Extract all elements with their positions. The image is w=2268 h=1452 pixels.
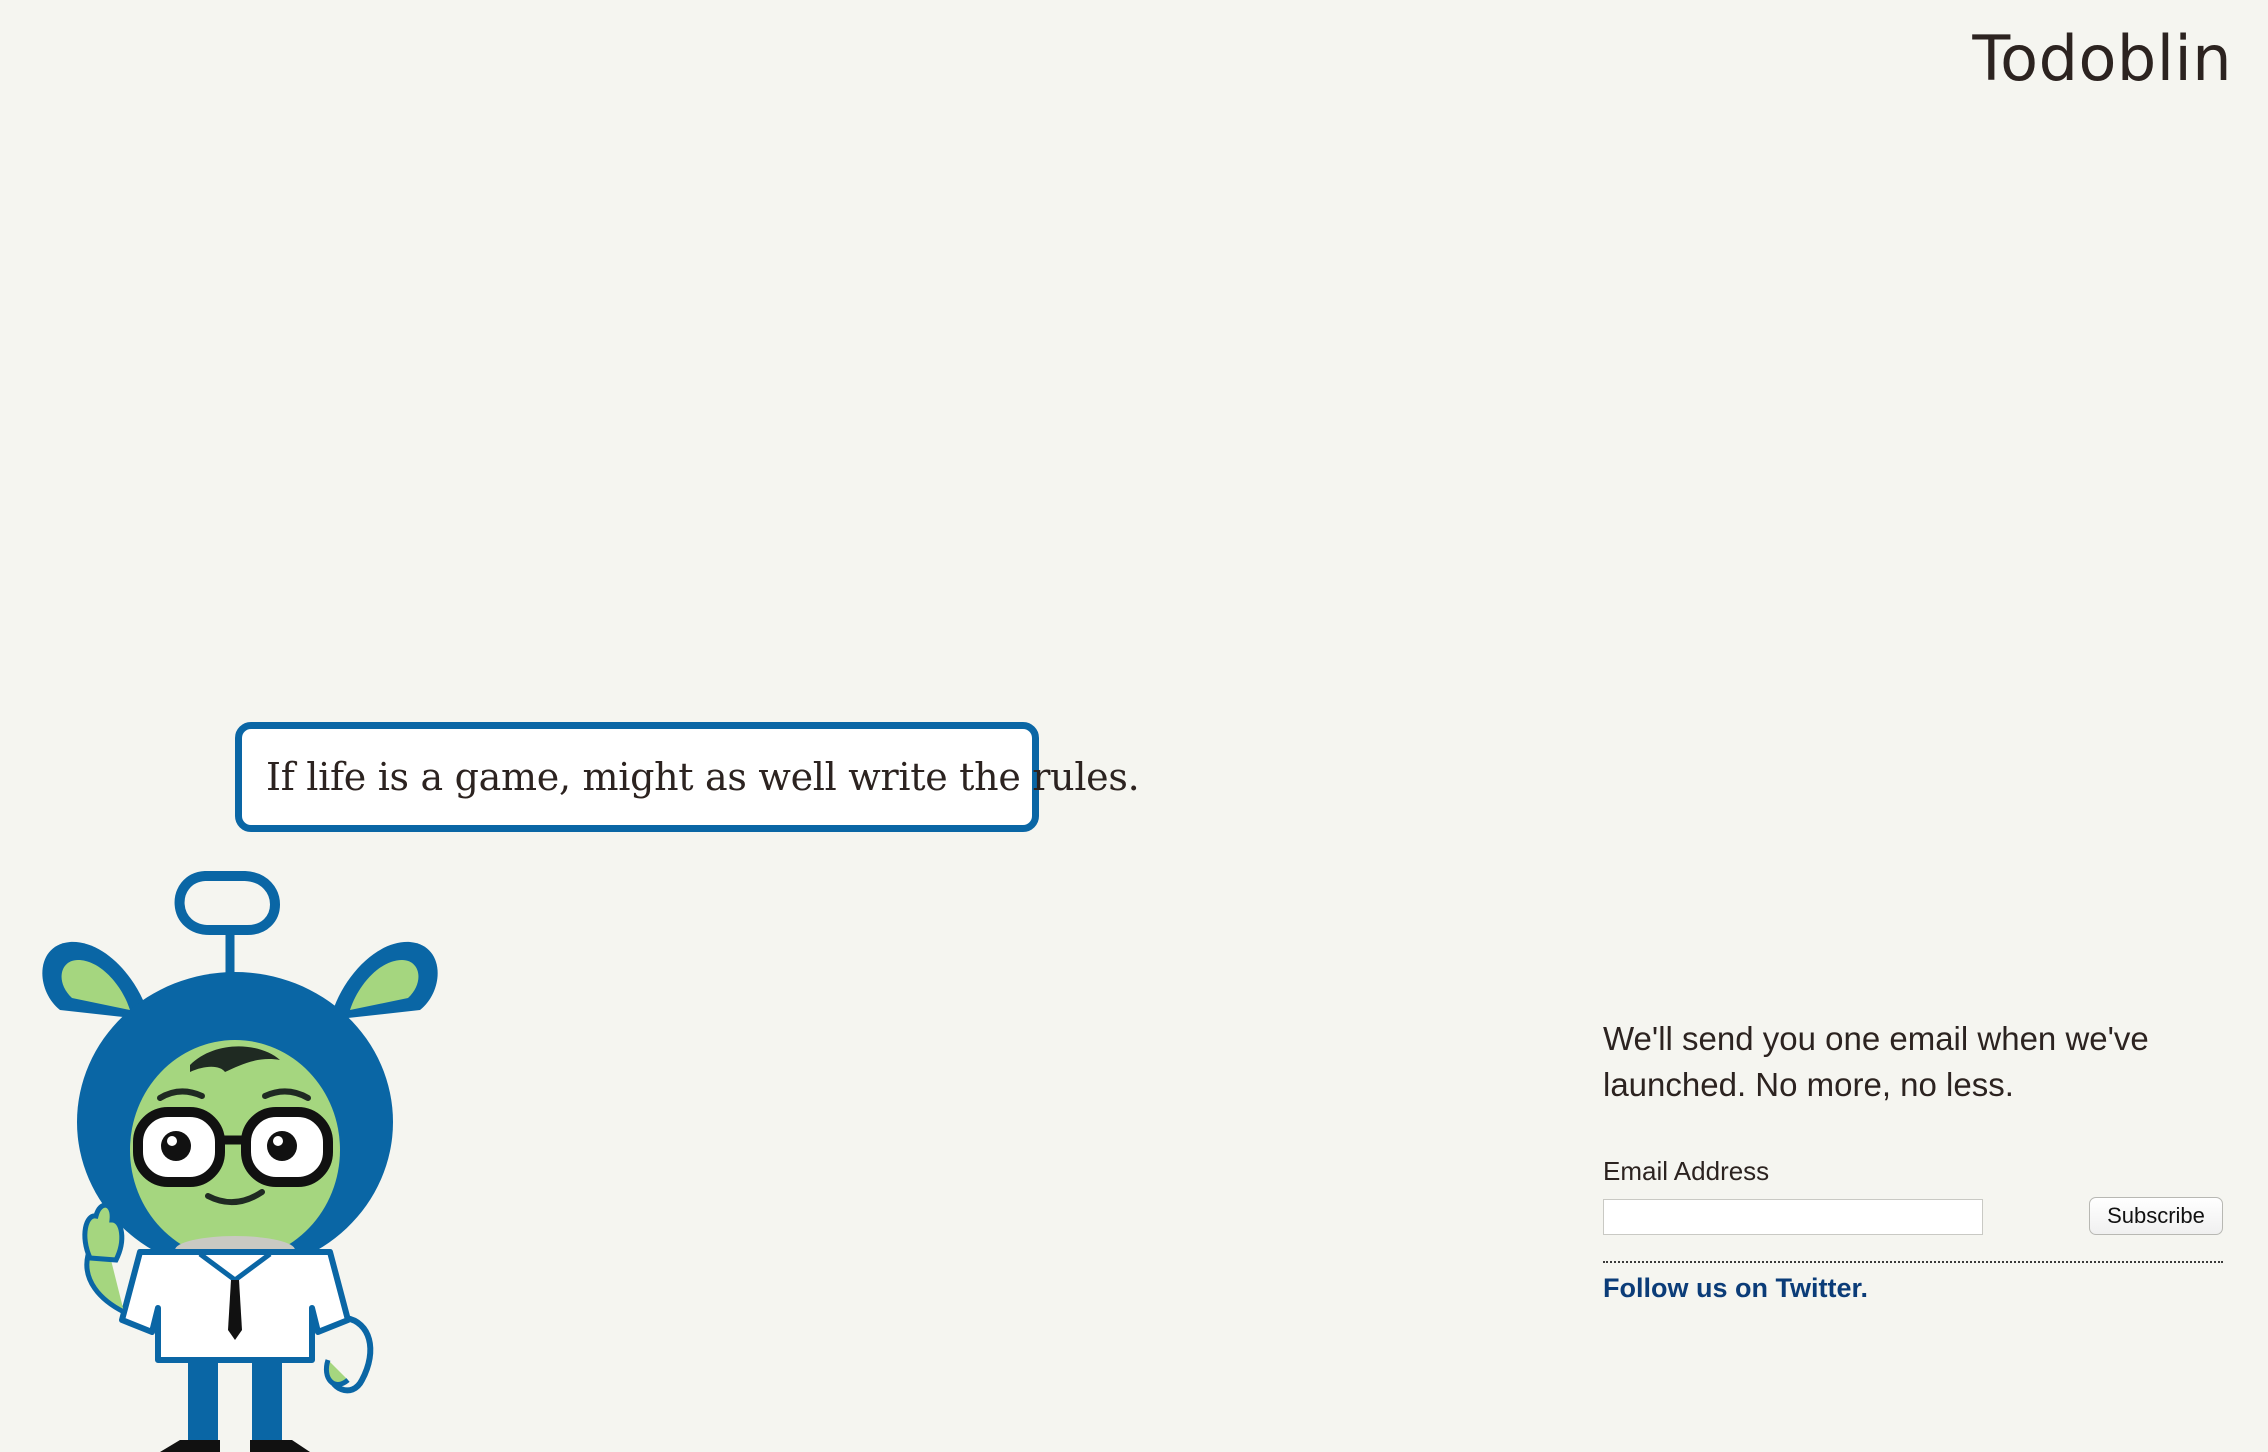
signup-tagline: We'll send you one email when we've laun… bbox=[1603, 1020, 2149, 1103]
dotted-divider bbox=[1603, 1261, 2223, 1263]
signup-panel: We'll send you one email when we've laun… bbox=[1603, 1016, 2223, 1304]
subscribe-button[interactable]: Subscribe bbox=[2089, 1197, 2223, 1235]
speech-bubble: If life is a game, might as well write t… bbox=[235, 722, 1140, 832]
speech-bubble-text: If life is a game, might as well write t… bbox=[266, 755, 1140, 799]
email-label: Email Address bbox=[1603, 1156, 1770, 1186]
twitter-follow-link[interactable]: Follow us on Twitter. bbox=[1603, 1273, 1868, 1304]
goblin-mascot-illustration bbox=[42, 871, 438, 1452]
signup-form-row: Subscribe bbox=[1603, 1197, 2223, 1237]
site-logo[interactable]: Todoblin bbox=[1972, 28, 2232, 90]
email-input[interactable] bbox=[1603, 1199, 1983, 1235]
